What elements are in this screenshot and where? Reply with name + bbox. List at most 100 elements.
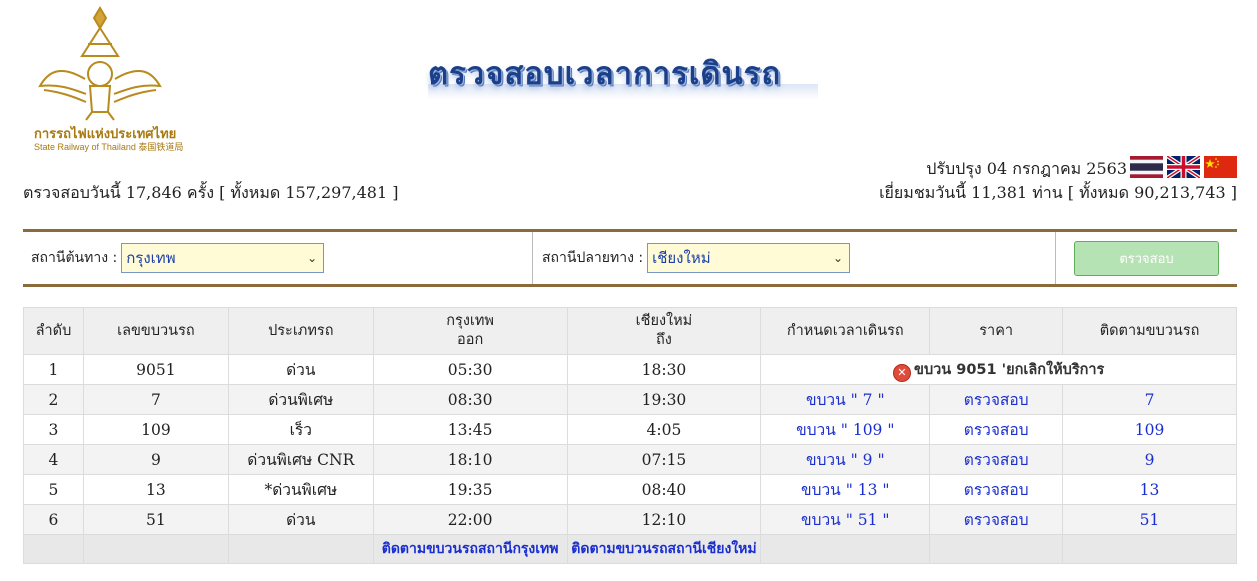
row-arrive: 08:40	[566, 474, 762, 505]
row-no: 5	[23, 474, 84, 505]
row-depart: 08:30	[372, 384, 568, 415]
row-no: 2	[23, 384, 84, 415]
thai-flag-icon[interactable]	[1130, 156, 1163, 178]
visit-count-stat: เยี่ยมชมวันนี้ 11,381 ท่าน [ ทั้งหมด 90,…	[879, 183, 1237, 202]
row-cancel-notice: ✕ ขบวน 9051 'ยกเลิกให้บริการ	[760, 354, 1237, 385]
updated-date: ปรับปรุง 04 กรกฎาคม 2563	[926, 159, 1127, 178]
table-row: 4 9 ด่วนพิเศษ CNR 18:10 07:15 ขบวน " 9 "…	[23, 444, 1237, 475]
row-train-no: 109	[82, 414, 229, 445]
row-type: *ด่วนพิเศษ	[227, 474, 374, 505]
row-depart: 18:10	[372, 444, 568, 475]
price-link[interactable]: ตรวจสอบ	[964, 511, 1029, 529]
footer-empty	[1062, 534, 1237, 564]
header-price: ราคา	[929, 307, 1064, 355]
destination-select[interactable]: เชียงใหม่ ⌄	[647, 243, 851, 273]
search-form: สถานีต้นทาง : กรุงเทพ ⌄ สถานีปลายทาง : เ…	[23, 229, 1237, 287]
track-link[interactable]: 13	[1140, 481, 1160, 499]
cancel-icon: ✕	[893, 363, 912, 382]
uk-flag-icon[interactable]	[1167, 156, 1200, 178]
row-train-no: 13	[82, 474, 229, 505]
price-link[interactable]: ตรวจสอบ	[964, 391, 1029, 409]
schedule-link[interactable]: ขบวน " 7 "	[806, 391, 885, 409]
row-schedule-cell: ขบวน " 9 "	[760, 444, 931, 475]
row-arrive: 19:30	[566, 384, 762, 415]
chevron-down-icon: ⌄	[307, 251, 318, 265]
origin-label: สถานีต้นทาง :	[31, 250, 118, 266]
track-origin-link[interactable]: ติดตามขบวนรถสถานีกรุงเทพ	[382, 541, 559, 557]
table-row: 2 7 ด่วนพิเศษ 08:30 19:30 ขบวน " 7 " ตรว…	[23, 384, 1237, 415]
price-link[interactable]: ตรวจสอบ	[964, 481, 1029, 499]
schedule-link[interactable]: ขบวน " 109 "	[796, 421, 894, 439]
header-schedule: กำหนดเวลาเดินรถ	[760, 307, 931, 355]
footer-empty	[82, 534, 229, 564]
china-flag-icon[interactable]	[1204, 156, 1237, 178]
track-link[interactable]: 51	[1140, 511, 1160, 529]
origin-select[interactable]: กรุงเทพ ⌄	[121, 243, 325, 273]
row-type: ด่วนพิเศษ CNR	[227, 444, 374, 475]
row-depart: 13:45	[372, 414, 568, 445]
row-train-no: 51	[82, 504, 229, 535]
row-depart: 05:30	[372, 354, 568, 385]
row-train-no: 9051	[82, 354, 229, 385]
row-track-cell: 9	[1062, 444, 1237, 475]
row-depart: 22:00	[372, 504, 568, 535]
check-count-stat: ตรวจสอบวันนี้ 17,846 ครั้ง [ ทั้งหมด 157…	[23, 183, 399, 202]
row-price-cell: ตรวจสอบ	[929, 444, 1064, 475]
track-destination-link[interactable]: ติดตามขบวนรถสถานีเชียงใหม่	[571, 541, 756, 557]
header-track: ติดตามขบวนรถ	[1062, 307, 1237, 355]
footer-empty	[23, 534, 84, 564]
row-arrive: 18:30	[566, 354, 762, 385]
price-link[interactable]: ตรวจสอบ	[964, 421, 1029, 439]
row-no: 3	[23, 414, 84, 445]
destination-label: สถานีปลายทาง :	[542, 250, 644, 266]
schedule-link[interactable]: ขบวน " 9 "	[806, 451, 885, 469]
table-footer-row: ติดตามขบวนรถสถานีกรุงเทพ ติดตามขบวนรถสถา…	[23, 534, 1237, 564]
check-button[interactable]: ตรวจสอบ	[1074, 240, 1219, 276]
origin-group: สถานีต้นทาง : กรุงเทพ ⌄	[31, 232, 325, 284]
footer-dest-cell: ติดตามขบวนรถสถานีเชียงใหม่	[566, 534, 762, 564]
header-origin: กรุงเทพ ออก	[372, 307, 568, 355]
schedule-link[interactable]: ขบวน " 13 "	[801, 481, 890, 499]
track-link[interactable]: 109	[1135, 421, 1165, 439]
row-type: ด่วน	[227, 354, 374, 385]
row-arrive: 12:10	[566, 504, 762, 535]
header-train-no: เลขขบวนรถ	[82, 307, 229, 355]
submit-group: ตรวจสอบ	[1074, 232, 1219, 284]
footer-origin-cell: ติดตามขบวนรถสถานีกรุงเทพ	[372, 534, 568, 564]
row-type: เร็ว	[227, 414, 374, 445]
row-price-cell: ตรวจสอบ	[929, 474, 1064, 505]
row-type: ด่วนพิเศษ	[227, 384, 374, 415]
row-no: 4	[23, 444, 84, 475]
destination-group: สถานีปลายทาง : เชียงใหม่ ⌄	[542, 232, 851, 284]
row-price-cell: ตรวจสอบ	[929, 414, 1064, 445]
row-track-cell: 109	[1062, 414, 1237, 445]
cancel-text: ขบวน 9051 'ยกเลิกให้บริการ	[914, 361, 1105, 378]
table-row: 1 9051 ด่วน 05:30 18:30 ✕ ขบวน 9051 'ยกเล…	[23, 354, 1237, 385]
row-schedule-cell: ขบวน " 51 "	[760, 504, 931, 535]
row-price-cell: ตรวจสอบ	[929, 384, 1064, 415]
row-no: 6	[23, 504, 84, 535]
row-type: ด่วน	[227, 504, 374, 535]
table-row: 5 13 *ด่วนพิเศษ 19:35 08:40 ขบวน " 13 " …	[23, 474, 1237, 505]
chevron-down-icon: ⌄	[833, 251, 844, 265]
header-no: ลำดับ	[23, 307, 84, 355]
header-type: ประเภทรถ	[227, 307, 374, 355]
row-no: 1	[23, 354, 84, 385]
table-header-row: ลำดับ เลขขบวนรถ ประเภทรถ กรุงเทพ ออก เชีย…	[23, 307, 1237, 355]
price-link[interactable]: ตรวจสอบ	[964, 451, 1029, 469]
header-destination: เชียงใหม่ ถึง	[566, 307, 762, 355]
track-link[interactable]: 9	[1145, 451, 1155, 469]
row-schedule-cell: ขบวน " 7 "	[760, 384, 931, 415]
table-row: 6 51 ด่วน 22:00 12:10 ขบวน " 51 " ตรวจสอ…	[23, 504, 1237, 535]
row-train-no: 9	[82, 444, 229, 475]
footer-empty	[929, 534, 1064, 564]
divider	[532, 232, 533, 284]
footer-empty	[760, 534, 931, 564]
row-schedule-cell: ขบวน " 109 "	[760, 414, 931, 445]
train-schedule-table: ลำดับ เลขขบวนรถ ประเภทรถ กรุงเทพ ออก เชีย…	[23, 307, 1237, 564]
row-track-cell: 51	[1062, 504, 1237, 535]
track-link[interactable]: 7	[1145, 391, 1155, 409]
row-schedule-cell: ขบวน " 13 "	[760, 474, 931, 505]
schedule-link[interactable]: ขบวน " 51 "	[801, 511, 890, 529]
destination-select-value: เชียงใหม่	[652, 249, 711, 267]
